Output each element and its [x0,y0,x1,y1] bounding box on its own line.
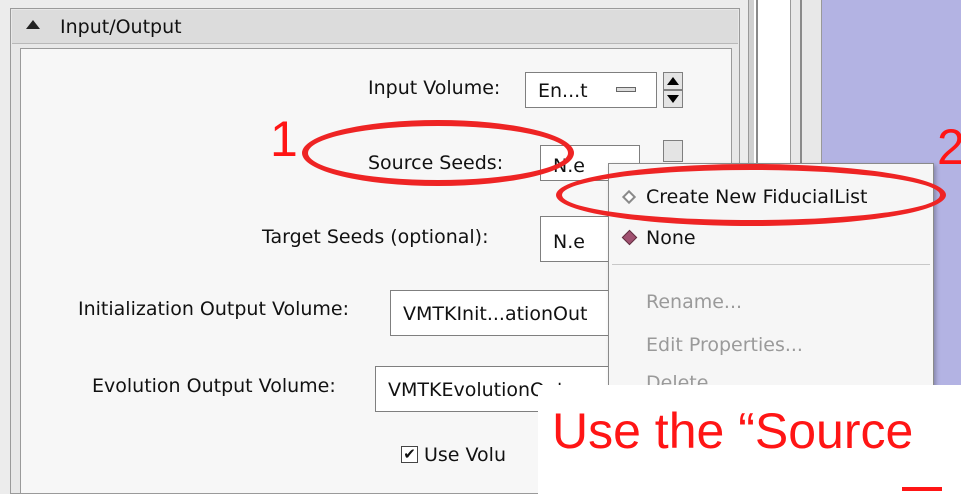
section-header-title: Input/Output [60,16,182,38]
input-volume-spin-down[interactable] [663,90,683,108]
input-volume-label: Input Volume: [368,77,501,99]
input-volume-spin-up[interactable] [663,72,683,90]
annotation-step-1: 1 [270,111,298,167]
annotation-ellipse-create-new [556,164,946,226]
collapse-triangle-icon[interactable] [26,20,40,29]
input-volume-value: En...t [538,80,588,102]
target-seeds-label: Target Seeds (optional): [262,226,489,248]
menu-item-rename: Rename... [646,291,743,313]
source-seeds-spin-up[interactable] [663,140,683,162]
initialization-output-label: Initialization Output Volume: [78,298,350,320]
instruction-text: Use the “Source [552,403,914,459]
initialization-output-value: VMTKInit...ationOut [403,303,588,325]
combo-indicator-icon [616,87,636,92]
use-volume-label: Use Volu [424,444,507,466]
evolution-output-label: Evolution Output Volume: [92,375,336,397]
instruction-text-fragment [902,487,942,491]
annotation-step-2: 2 [937,119,961,175]
menu-item-none[interactable]: None [646,227,696,249]
arrow-up-icon [667,77,679,85]
use-volume-checkbox[interactable]: ✔ [401,446,418,463]
initialization-output-selector[interactable]: VMTKInit...ationOut [390,290,610,336]
input-volume-selector[interactable]: En...t [525,72,657,108]
annotation-ellipse-source-seeds [302,120,574,186]
target-seeds-selector[interactable]: N.e [540,216,612,262]
arrow-down-icon [667,95,679,103]
target-seeds-value: N.e [553,231,585,253]
menu-item-edit-properties: Edit Properties... [646,334,803,356]
menu-separator [612,264,930,265]
